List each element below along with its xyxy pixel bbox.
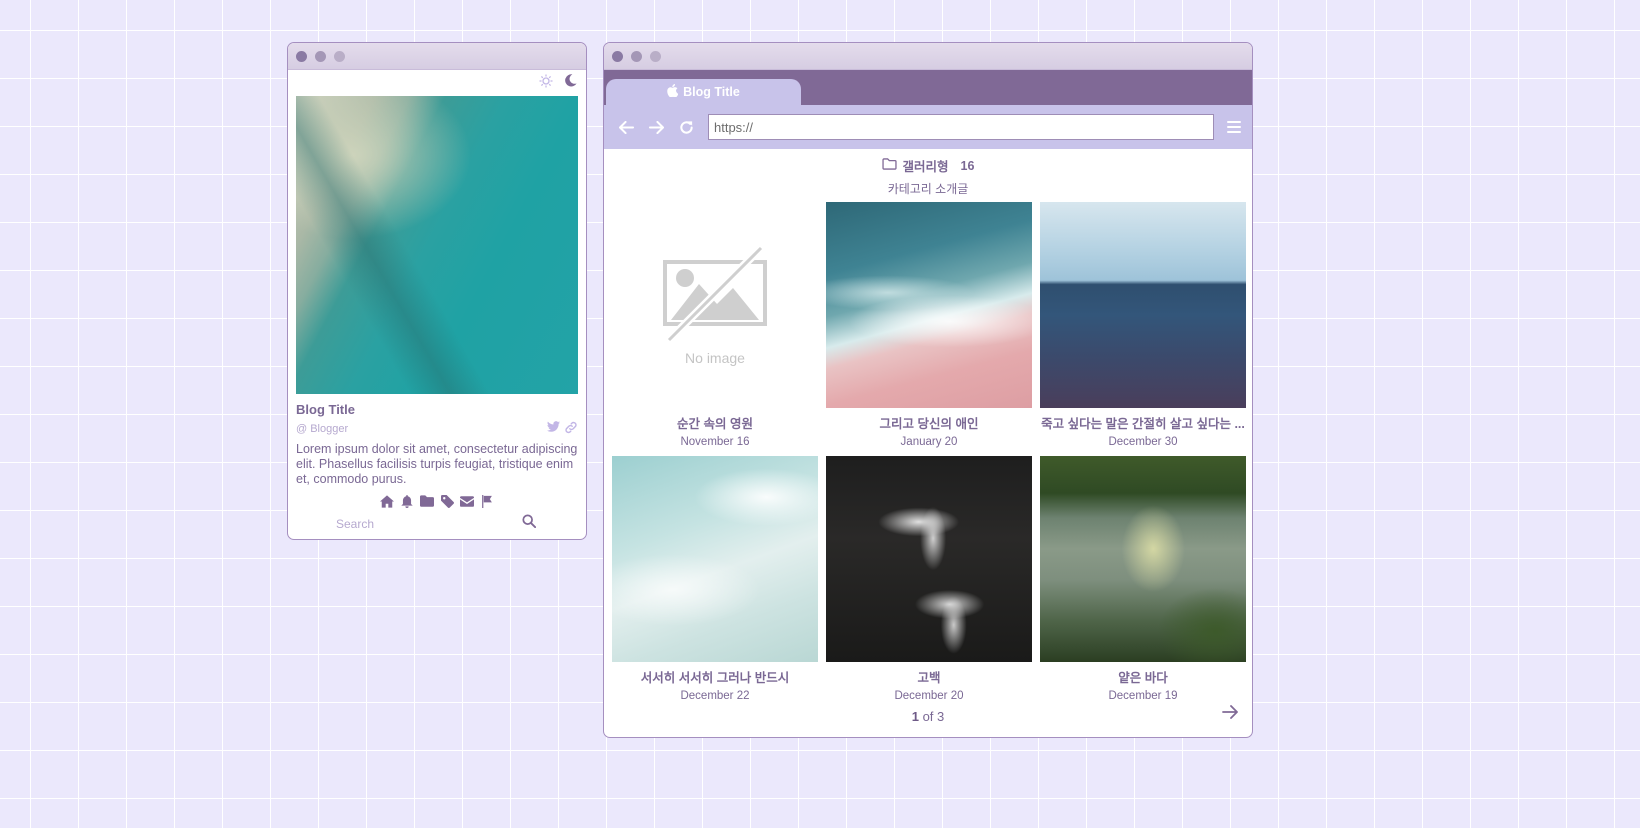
window-titlebar [288, 43, 586, 70]
tab-title: Blog Title [683, 85, 740, 99]
window-close-button[interactable] [612, 50, 623, 62]
post-date: December 22 [680, 690, 750, 702]
flag-icon[interactable] [480, 494, 494, 508]
post-title[interactable]: 그리고 당신의 애인 [826, 413, 1032, 432]
window-close-button[interactable] [296, 50, 307, 62]
no-image-label: No image [685, 350, 745, 366]
post-title[interactable]: 죽고 싶다는 말은 간절히 살고 싶다는 ... [1040, 413, 1246, 432]
post-date: December 30 [1108, 436, 1178, 448]
link-icon[interactable] [564, 421, 578, 437]
browser-window: Blog Title 갤러리형 16 카테고리 소개글 [603, 42, 1253, 738]
post-grid: No image 순간 속의 영원 November 16 그리고 당신의 애인… [612, 202, 1246, 710]
category-intro: 카테고리 소개글 [887, 182, 969, 196]
mail-icon[interactable] [460, 494, 474, 508]
tab-bar: Blog Title [604, 70, 1252, 105]
theme-toggle-row [288, 70, 586, 96]
post-thumbnail[interactable] [826, 202, 1032, 408]
current-page[interactable]: 1 [912, 709, 919, 724]
post-thumbnail[interactable] [1040, 202, 1246, 408]
window-minimize-button[interactable] [631, 50, 642, 62]
bell-icon[interactable] [400, 494, 414, 508]
post-card[interactable]: 죽고 싶다는 말은 간절히 살고 싶다는 ... December 30 [1040, 202, 1246, 456]
post-title[interactable]: 서서히 서서히 그러나 반드시 [612, 667, 818, 686]
search-input[interactable] [336, 516, 486, 531]
twitter-icon[interactable] [547, 421, 560, 437]
apple-icon [667, 84, 679, 100]
profile-image [296, 96, 578, 394]
post-date: December 20 [894, 690, 964, 702]
browser-toolbar [604, 105, 1252, 149]
window-maximize-button[interactable] [334, 50, 345, 62]
post-title[interactable]: 순간 속의 영원 [612, 413, 818, 432]
post-card[interactable]: No image 순간 속의 영원 November 16 [612, 202, 818, 456]
post-date: January 20 [900, 436, 958, 448]
window-titlebar [604, 43, 1252, 70]
post-title[interactable]: 고백 [826, 667, 1032, 686]
post-thumbnail[interactable] [1040, 456, 1246, 662]
back-arrow-icon[interactable] [616, 117, 636, 137]
post-date: November 16 [680, 436, 750, 448]
post-thumbnail-placeholder[interactable]: No image [612, 202, 818, 408]
sun-icon[interactable] [539, 74, 553, 93]
category-name: 갤러리형 [902, 160, 949, 174]
post-thumbnail[interactable] [826, 456, 1032, 662]
post-card[interactable]: 그리고 당신의 애인 January 20 [826, 202, 1032, 456]
pagination: 1 of 3 [604, 709, 1252, 724]
folder-icon[interactable] [420, 494, 434, 508]
url-field[interactable] [708, 114, 1214, 140]
post-card[interactable]: 고백 December 20 [826, 456, 1032, 710]
forward-arrow-icon[interactable] [646, 117, 666, 137]
blog-description: Lorem ipsum dolor sit amet, consectetur … [296, 442, 578, 486]
blog-page: 갤러리형 16 카테고리 소개글 No image 순간 속의 영원 Novem… [604, 149, 1252, 737]
category-header: 갤러리형 16 [604, 156, 1252, 175]
window-minimize-button[interactable] [315, 50, 326, 62]
page-total: of 3 [922, 709, 945, 724]
folder-outline-icon [881, 158, 897, 173]
blog-nav-icons [288, 494, 586, 508]
home-icon[interactable] [380, 494, 394, 508]
post-thumbnail[interactable] [612, 456, 818, 662]
profile-window: Blog Title @ Blogger Lorem ipsum dolor s… [287, 42, 587, 540]
post-date: December 19 [1108, 690, 1178, 702]
next-page-arrow-icon[interactable] [1222, 705, 1242, 725]
search-bar [336, 514, 537, 533]
blog-title[interactable]: Blog Title [296, 402, 578, 417]
post-card[interactable]: 서서히 서서히 그러나 반드시 December 22 [612, 456, 818, 710]
menu-icon[interactable] [1224, 117, 1244, 137]
post-card[interactable]: 얕은 바다 December 19 [1040, 456, 1246, 710]
moon-icon[interactable] [563, 73, 578, 93]
no-image-icon [663, 245, 767, 343]
tag-icon[interactable] [440, 494, 454, 508]
refresh-icon[interactable] [676, 117, 696, 137]
category-count: 16 [960, 158, 975, 173]
post-title[interactable]: 얕은 바다 [1040, 667, 1246, 686]
browser-tab[interactable]: Blog Title [606, 79, 801, 105]
search-icon[interactable] [522, 514, 537, 533]
window-maximize-button[interactable] [650, 50, 661, 62]
blogger-name: @ Blogger [296, 423, 349, 435]
